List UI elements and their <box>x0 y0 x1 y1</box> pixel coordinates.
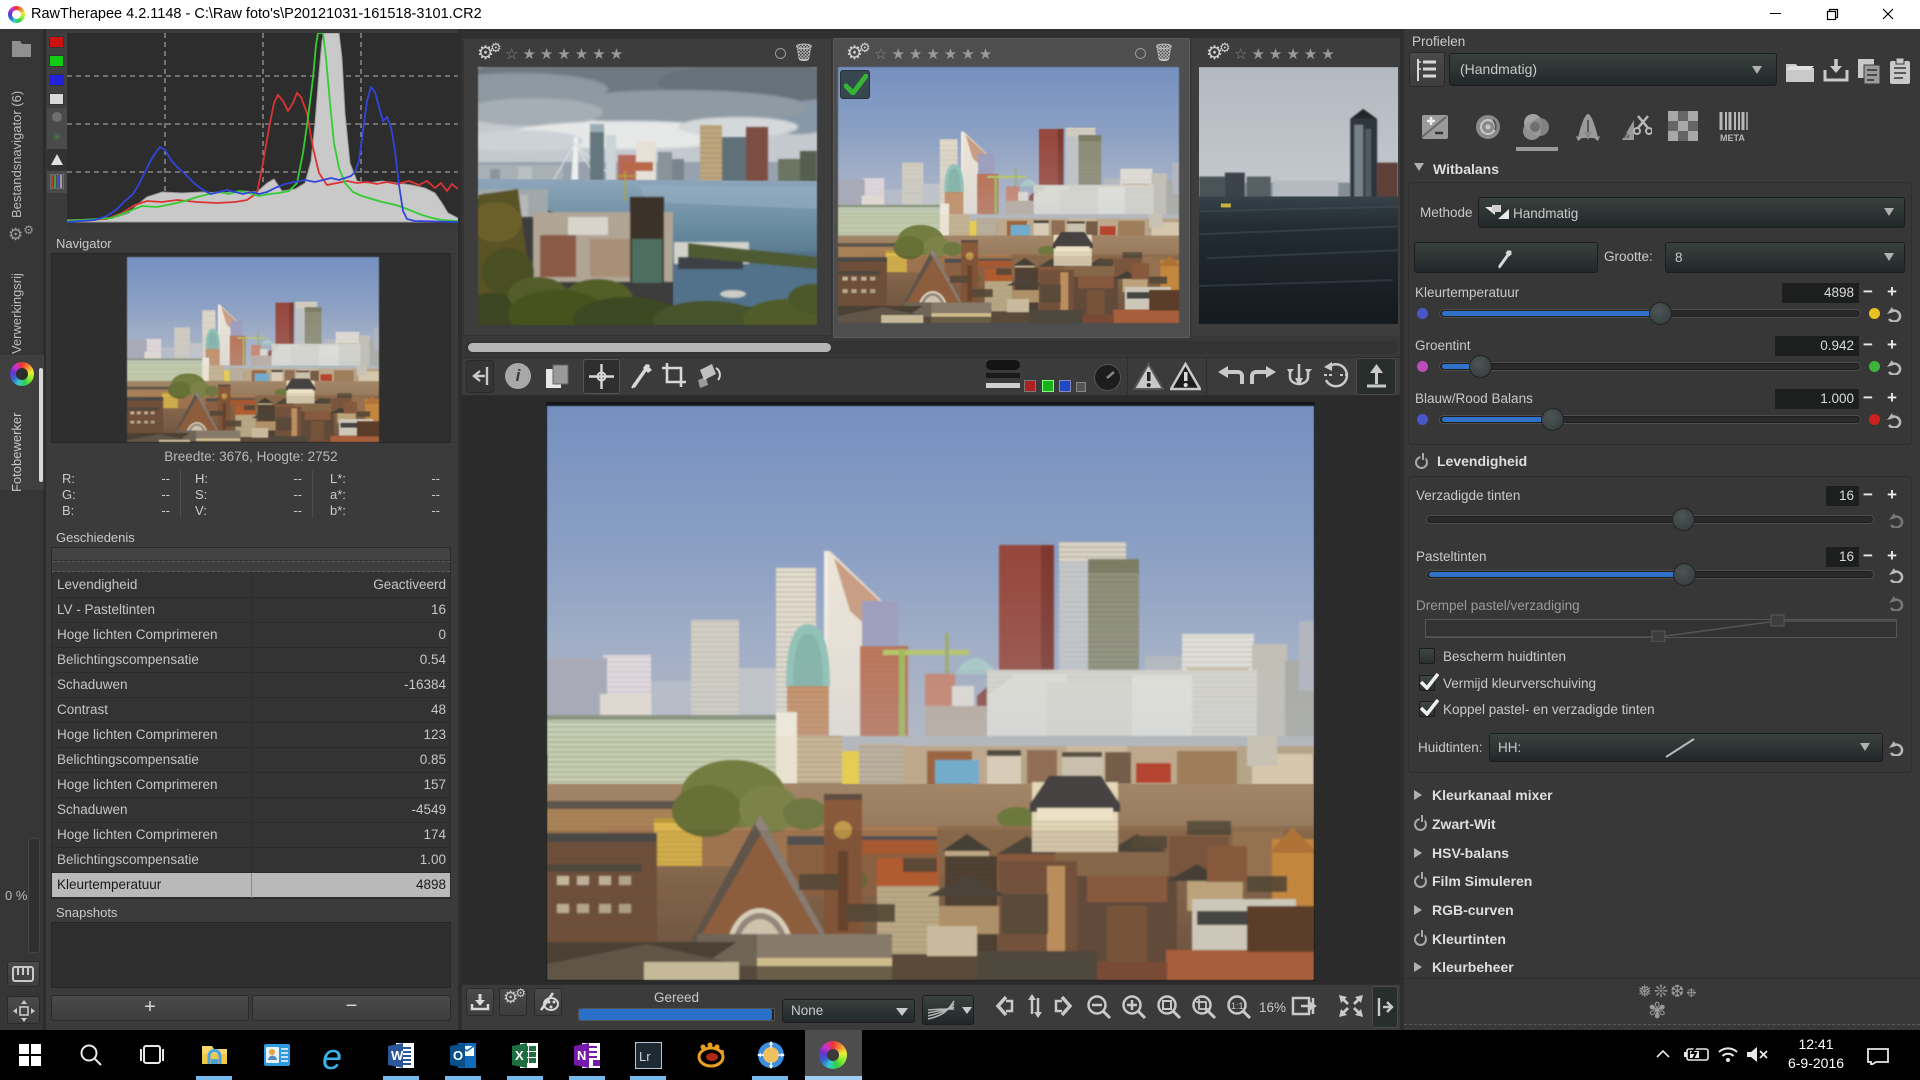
svg-text:O: O <box>453 1048 463 1063</box>
svg-text:X: X <box>515 1048 524 1063</box>
svg-text:Lr: Lr <box>639 1049 651 1064</box>
svg-text:W: W <box>391 1048 404 1063</box>
svg-text:N: N <box>577 1048 586 1063</box>
svg-text:META: META <box>1720 133 1745 143</box>
svg-text:1:1: 1:1 <box>1231 1001 1244 1011</box>
